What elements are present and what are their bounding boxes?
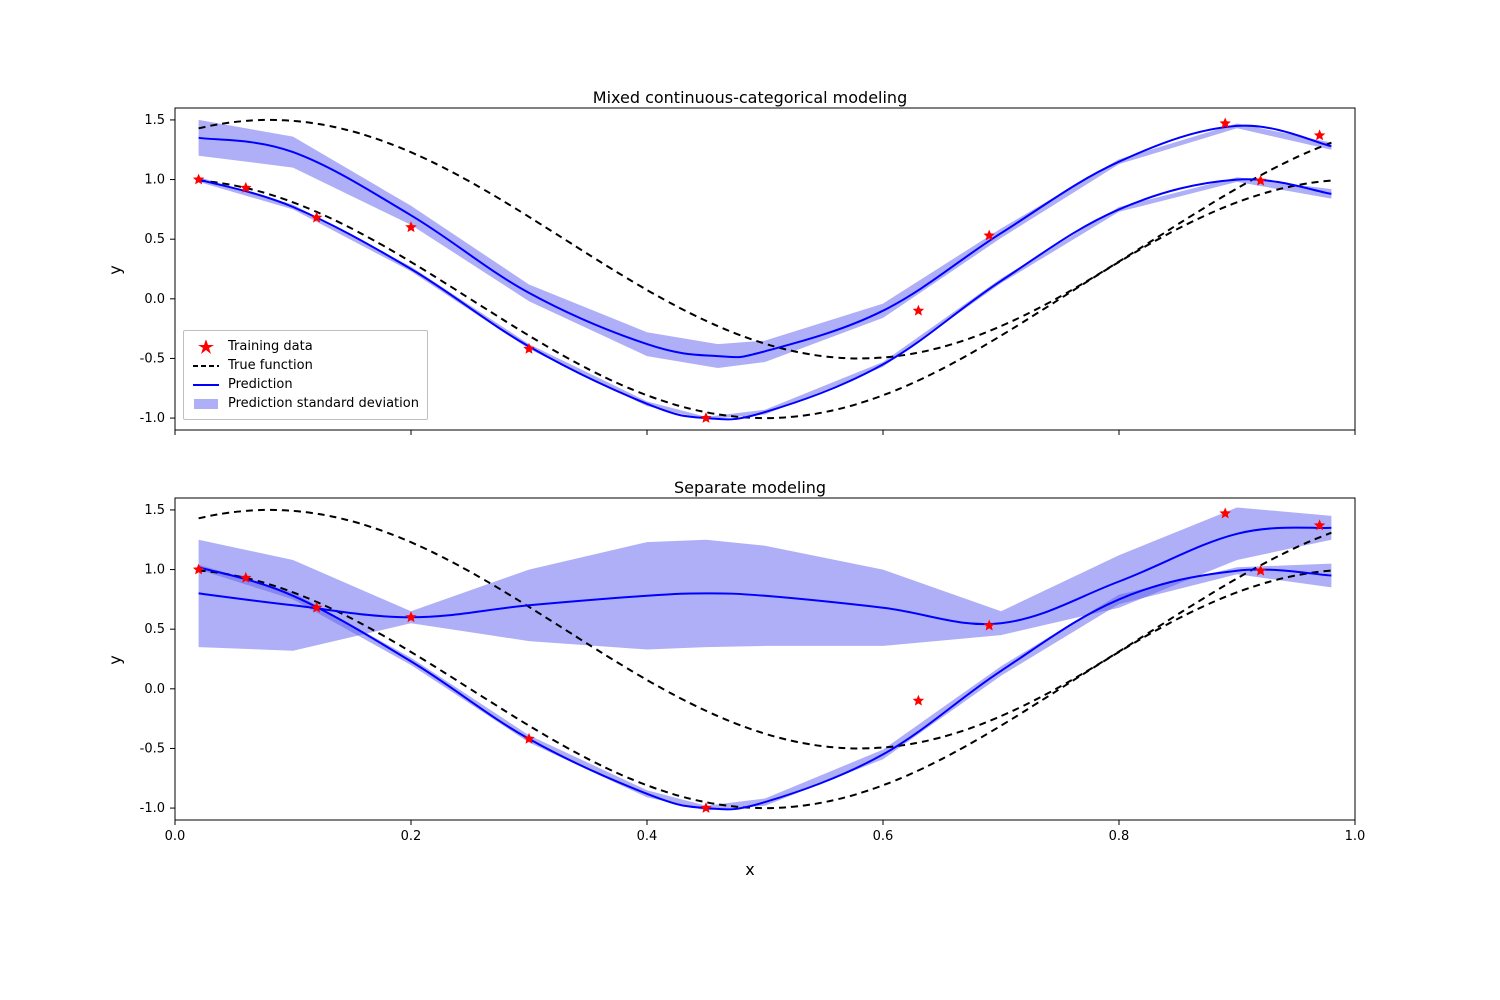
ytick-label: 1.5	[144, 113, 165, 128]
ytick-label: -0.5	[140, 741, 165, 756]
subplot1-canvas: -1.0 -0.5 0.0 0.5 1.0 1.5 0.0 0.2 0.4 0.6 0.8 1.0 -1…	[0, 0, 1500, 1000]
xtick-label: 0.4	[637, 829, 658, 844]
xtick-label: 0.6	[873, 829, 894, 844]
ytick-label: -1.0	[140, 801, 165, 816]
subplot2-xlabel: x	[745, 860, 754, 879]
legend-item-true: True function	[192, 356, 419, 375]
figure: Mixed continuous-categorical modeling -1…	[0, 0, 1500, 1000]
ytick-label: 0.0	[144, 682, 165, 697]
ytick-label: 1.5	[144, 503, 165, 518]
subplot2-ylabel: y	[106, 655, 125, 664]
legend-label: Prediction standard deviation	[228, 396, 419, 411]
legend-item-training: Training data	[192, 337, 419, 356]
xtick-label: 0.8	[1109, 829, 1130, 844]
subplot1-ylabel: y	[106, 265, 125, 274]
ytick-label: 0.5	[144, 232, 165, 247]
subplot2-title: Separate modeling	[674, 478, 826, 497]
legend-item-band: Prediction standard deviation	[192, 394, 419, 413]
xtick-label: 0.2	[401, 829, 422, 844]
xtick-label: 1.0	[1345, 829, 1366, 844]
legend-label: True function	[228, 358, 313, 373]
ytick-label: 1.0	[144, 563, 165, 578]
ytick-label: 0.0	[144, 292, 165, 307]
ytick-label: 1.0	[144, 173, 165, 188]
legend: Training data True function Prediction P…	[183, 330, 428, 420]
legend-item-pred: Prediction	[192, 375, 419, 394]
xtick-label: 0.0	[165, 829, 186, 844]
legend-label: Training data	[228, 339, 313, 354]
legend-label: Prediction	[228, 377, 293, 392]
ytick-label: 0.5	[144, 622, 165, 637]
ytick-label: -0.5	[140, 351, 165, 366]
ytick-label: -1.0	[140, 411, 165, 426]
